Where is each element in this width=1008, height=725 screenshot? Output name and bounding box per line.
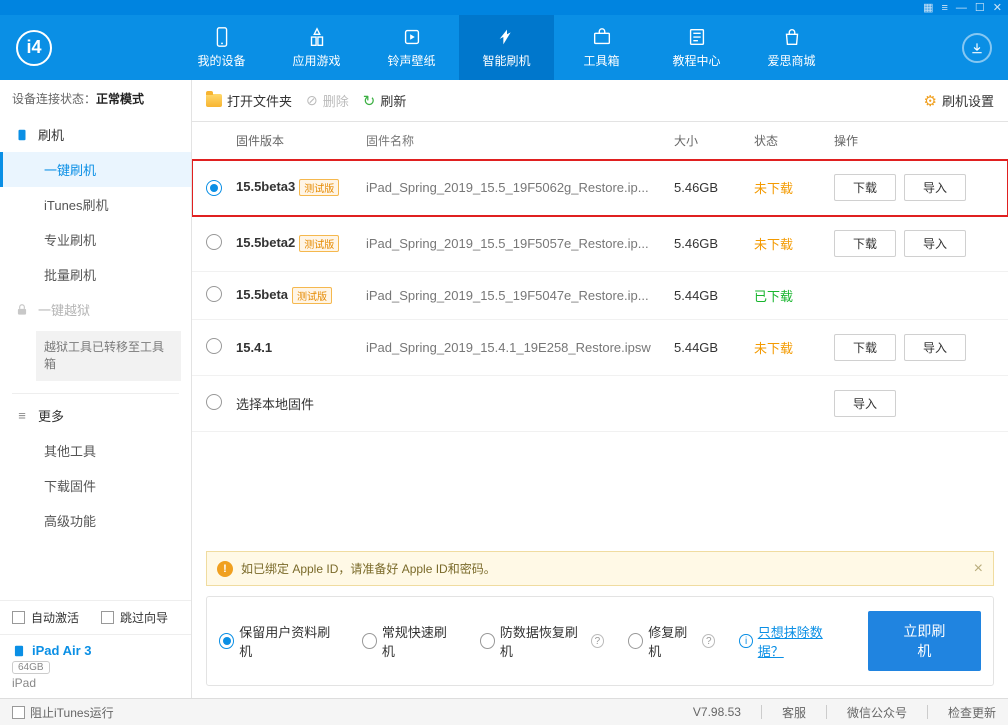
sidebar-item[interactable]: 一键刷机 (0, 152, 191, 187)
download-button[interactable]: 下载 (834, 334, 896, 361)
sidebar-item[interactable]: 其他工具 (0, 433, 191, 468)
table-row[interactable]: 选择本地固件导入 (192, 376, 1008, 432)
storage-badge: 64GB (12, 661, 50, 674)
sidebar: 设备连接状态：正常模式 刷机 一键刷机iTunes刷机专业刷机批量刷机 一键越狱… (0, 80, 192, 698)
erase-link[interactable]: i只想抹除数据？ (739, 622, 843, 660)
auto-activate-checkbox[interactable] (12, 611, 25, 624)
main-nav: 我的设备应用游戏铃声壁纸智能刷机工具箱教程中心爱思商城 (174, 15, 962, 80)
titlebar-icon[interactable]: ≡ (941, 2, 947, 14)
table-row[interactable]: 15.4.1iPad_Spring_2019_15.4.1_19E258_Res… (192, 320, 1008, 376)
logo-icon: i4 (16, 30, 52, 66)
auto-options: 自动激活 跳过向导 (0, 600, 191, 634)
gear-icon: ⚙ (924, 92, 937, 110)
minimize-icon[interactable]: — (956, 2, 967, 14)
sidebar-item[interactable]: iTunes刷机 (0, 187, 191, 222)
delete-button[interactable]: ⊘删除 (306, 91, 349, 110)
option-keep-data[interactable]: 保留用户资料刷机 (219, 622, 338, 660)
download-button[interactable]: 下载 (834, 174, 896, 201)
nav-device[interactable]: 我的设备 (174, 15, 269, 80)
sidebar-section-flash[interactable]: 刷机 (0, 117, 191, 152)
service-link[interactable]: 客服 (782, 704, 806, 721)
sidebar-section-more[interactable]: ≡ 更多 (0, 398, 191, 433)
maximize-icon[interactable]: ☐ (975, 1, 985, 14)
device-icon (12, 644, 26, 658)
sidebar-section-jailbreak: 一键越狱 (0, 292, 191, 327)
check-update-link[interactable]: 检查更新 (948, 704, 996, 721)
close-warning-icon[interactable]: × (974, 560, 983, 578)
refresh-button[interactable]: ↻刷新 (363, 91, 407, 110)
jailbreak-note: 越狱工具已转移至工具箱 (36, 331, 181, 381)
row-radio[interactable] (206, 338, 222, 354)
row-radio[interactable] (206, 234, 222, 250)
nav-flash[interactable]: 智能刷机 (459, 15, 554, 80)
flash-icon (14, 127, 30, 143)
table-row[interactable]: 15.5beta3测试版iPad_Spring_2019_15.5_19F506… (192, 160, 1008, 216)
table-header: 固件版本 固件名称 大小 状态 操作 (192, 122, 1008, 160)
nav-store[interactable]: 爱思商城 (744, 15, 839, 80)
table-row[interactable]: 15.5beta测试版iPad_Spring_2019_15.5_19F5047… (192, 272, 1008, 320)
info-icon: i (739, 634, 752, 648)
titlebar-icon[interactable]: ▦ (923, 1, 933, 14)
download-manager-icon[interactable] (962, 33, 992, 63)
table-row[interactable]: 15.5beta2测试版iPad_Spring_2019_15.5_19F505… (192, 216, 1008, 272)
help-icon[interactable]: ? (702, 634, 715, 648)
import-button[interactable]: 导入 (904, 230, 966, 257)
warning-icon: ! (217, 561, 233, 577)
status-bar: 阻止iTunes运行 V7.98.53 客服 微信公众号 检查更新 (0, 698, 1008, 725)
skip-guide-checkbox[interactable] (101, 611, 114, 624)
trash-icon: ⊘ (306, 92, 318, 109)
version-label: V7.98.53 (693, 705, 741, 719)
lock-icon (14, 302, 30, 318)
sidebar-item[interactable]: 高级功能 (0, 503, 191, 538)
option-normal[interactable]: 常规快速刷机 (362, 622, 456, 660)
more-icon: ≡ (14, 407, 30, 423)
start-flash-button[interactable]: 立即刷机 (868, 611, 981, 671)
row-radio[interactable] (206, 394, 222, 410)
flash-settings-button[interactable]: ⚙刷机设置 (924, 91, 994, 110)
nav-toolbox[interactable]: 工具箱 (554, 15, 649, 80)
close-icon[interactable]: ✕ (993, 1, 1002, 14)
open-folder-button[interactable]: 打开文件夹 (206, 91, 292, 110)
window-titlebar: ▦ ≡ — ☐ ✕ (0, 0, 1008, 15)
row-radio[interactable] (206, 180, 222, 196)
flash-options: 保留用户资料刷机 常规快速刷机 防数据恢复刷机? 修复刷机? i只想抹除数据？ … (206, 596, 994, 686)
wechat-link[interactable]: 微信公众号 (847, 704, 907, 721)
folder-icon (206, 94, 222, 107)
connection-status: 设备连接状态：正常模式 (0, 80, 191, 117)
download-button[interactable]: 下载 (834, 230, 896, 257)
row-radio[interactable] (206, 286, 222, 302)
nav-ring[interactable]: 铃声壁纸 (364, 15, 459, 80)
content-area: 打开文件夹 ⊘删除 ↻刷新 ⚙刷机设置 固件版本 固件名称 大小 状态 操作 1… (192, 80, 1008, 698)
sidebar-item[interactable]: 批量刷机 (0, 257, 191, 292)
device-info[interactable]: iPad Air 3 64GB iPad (0, 634, 191, 698)
sidebar-item[interactable]: 专业刷机 (0, 222, 191, 257)
option-repair[interactable]: 修复刷机? (628, 622, 715, 660)
firmware-table: 固件版本 固件名称 大小 状态 操作 15.5beta3测试版iPad_Spri… (192, 122, 1008, 545)
help-icon[interactable]: ? (591, 634, 604, 648)
sidebar-item[interactable]: 下载固件 (0, 468, 191, 503)
import-button[interactable]: 导入 (834, 390, 896, 417)
block-itunes-option[interactable]: 阻止iTunes运行 (12, 704, 114, 721)
warning-banner: ! 如已绑定 Apple ID，请准备好 Apple ID和密码。 × (206, 551, 994, 586)
import-button[interactable]: 导入 (904, 334, 966, 361)
nav-tutorial[interactable]: 教程中心 (649, 15, 744, 80)
import-button[interactable]: 导入 (904, 174, 966, 201)
option-antiloss[interactable]: 防数据恢复刷机? (480, 622, 604, 660)
nav-apps[interactable]: 应用游戏 (269, 15, 364, 80)
refresh-icon: ↻ (363, 92, 376, 110)
toolbar: 打开文件夹 ⊘删除 ↻刷新 ⚙刷机设置 (192, 80, 1008, 122)
app-header: i4 爱思助手 www.i4.cn 我的设备应用游戏铃声壁纸智能刷机工具箱教程中… (0, 15, 1008, 80)
